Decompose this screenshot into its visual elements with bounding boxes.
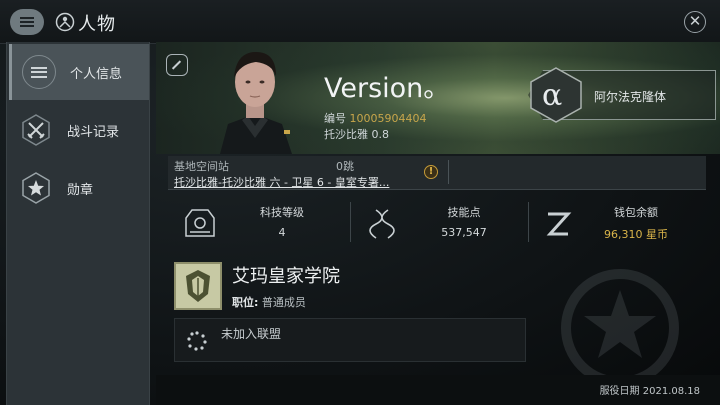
warning-icon[interactable]: ! xyxy=(424,165,438,179)
wallet-balance[interactable]: 96,310 星币 xyxy=(596,226,676,242)
tech-level-icon xyxy=(185,209,215,237)
security-status: 托沙比雅 0.8 xyxy=(324,128,389,141)
station-name-link[interactable]: 托沙比雅-托沙比雅 六 - 卫星 6 - 皇室专署... xyxy=(174,174,389,190)
top-bar: 人物 ✕ xyxy=(0,0,720,44)
sidebar-item-label: 个人信息 xyxy=(70,66,123,82)
stats-row: 科技等级 4 技能点 537,547 钱包余额 96,310 星币 xyxy=(168,198,706,248)
character-portrait xyxy=(220,52,292,154)
close-button[interactable]: ✕ xyxy=(684,11,706,33)
edit-icon[interactable] xyxy=(166,54,188,76)
page-title: 人物 xyxy=(78,14,116,35)
corporation-role: 职位: 普通成员 xyxy=(232,294,306,310)
stat-value: 4 xyxy=(278,226,286,239)
close-icon: ✕ xyxy=(688,12,702,30)
list-icon xyxy=(22,55,56,89)
corporation-logo[interactable] xyxy=(174,262,222,310)
menu-button[interactable] xyxy=(10,9,44,35)
sidebar-item-personal-info[interactable]: 个人信息 xyxy=(9,44,149,100)
crossed-swords-icon xyxy=(22,114,50,146)
alliance-status: 未加入联盟 xyxy=(221,327,282,341)
role-value: 普通成员 xyxy=(261,296,306,309)
id-label: 编号 xyxy=(324,112,346,125)
stat-label: 科技等级 xyxy=(260,206,304,219)
divider xyxy=(528,202,529,242)
alliance-ring-icon xyxy=(187,331,207,351)
stat-value: 537,547 xyxy=(441,226,487,239)
station-label: 基地空间站 xyxy=(174,160,229,173)
sidebar-item-combat-log[interactable]: 战斗记录 xyxy=(9,102,149,158)
stat-label: 技能点 xyxy=(447,206,481,219)
corporation-name[interactable]: 艾玛皇家学院 xyxy=(232,262,340,288)
sidebar: 个人信息 战斗记录 勋章 xyxy=(6,42,150,405)
alpha-symbol: α xyxy=(542,78,563,113)
clone-type: 阿尔法克隆体 xyxy=(594,90,667,104)
stat-label: 钱包余额 xyxy=(614,206,658,219)
main-panel: Version。 编号 10005904404 托沙比雅 0.8 α 阿尔法克隆… xyxy=(156,42,720,405)
alliance-box[interactable]: 未加入联盟 xyxy=(174,318,526,362)
id-value: 10005904404 xyxy=(349,112,427,125)
character-name: Version。 xyxy=(324,73,451,104)
sidebar-item-medals[interactable]: 勋章 xyxy=(9,160,149,216)
menu-icon xyxy=(20,17,34,27)
station-jumps: 0跳 xyxy=(336,160,354,173)
character-icon xyxy=(55,12,75,32)
profile-banner: Version。 编号 10005904404 托沙比雅 0.8 α 阿尔法克隆… xyxy=(156,42,720,154)
home-station[interactable]: 基地空间站 0跳 托沙比雅-托沙比雅 六 - 卫星 6 - 皇室专署... ! xyxy=(168,156,706,190)
faction-watermark-icon xyxy=(561,269,679,387)
star-hex-icon xyxy=(22,172,50,204)
character-id-row: 编号 10005904404 xyxy=(324,110,426,126)
wallet-z-icon xyxy=(546,212,572,236)
divider xyxy=(448,160,449,184)
footer: 服役日期 2021.08.18 xyxy=(156,375,720,405)
divider xyxy=(350,202,351,242)
sidebar-item-label: 勋章 xyxy=(67,182,94,198)
service-date: 服役日期 2021.08.18 xyxy=(599,386,700,397)
sidebar-item-label: 战斗记录 xyxy=(67,124,120,140)
skill-dna-icon xyxy=(369,209,395,239)
role-label: 职位: xyxy=(232,296,259,309)
corporation-emblem-icon xyxy=(186,270,210,302)
